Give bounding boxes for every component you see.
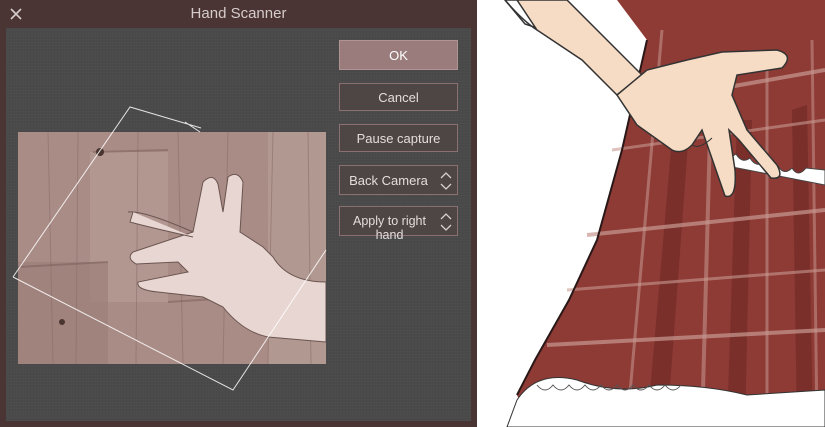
camera-select-value: Back Camera	[349, 173, 428, 188]
pause-capture-button[interactable]: Pause capture	[339, 124, 458, 152]
tracking-box	[12, 106, 327, 391]
model-viewport[interactable]	[477, 0, 825, 427]
dialog-titlebar: Hand Scanner	[0, 0, 477, 28]
camera-preview	[12, 106, 327, 391]
cancel-button[interactable]: Cancel	[339, 83, 458, 111]
dialog-frame-right	[471, 28, 477, 427]
hand-select[interactable]: Apply to right hand	[339, 206, 458, 242]
ok-button[interactable]: OK	[339, 40, 458, 70]
chevron-up-down-icon	[439, 170, 453, 192]
hand-scanner-dialog: Hand Scanner OK Cancel Pause capture Bac…	[0, 0, 477, 427]
model-render	[504, 0, 825, 427]
dialog-frame-bottom	[0, 421, 477, 427]
chevron-up-down-icon	[439, 211, 453, 233]
dialog-title: Hand Scanner	[190, 5, 287, 22]
camera-select[interactable]: Back Camera	[339, 165, 458, 195]
hand-select-value: Apply to right hand	[353, 214, 426, 242]
